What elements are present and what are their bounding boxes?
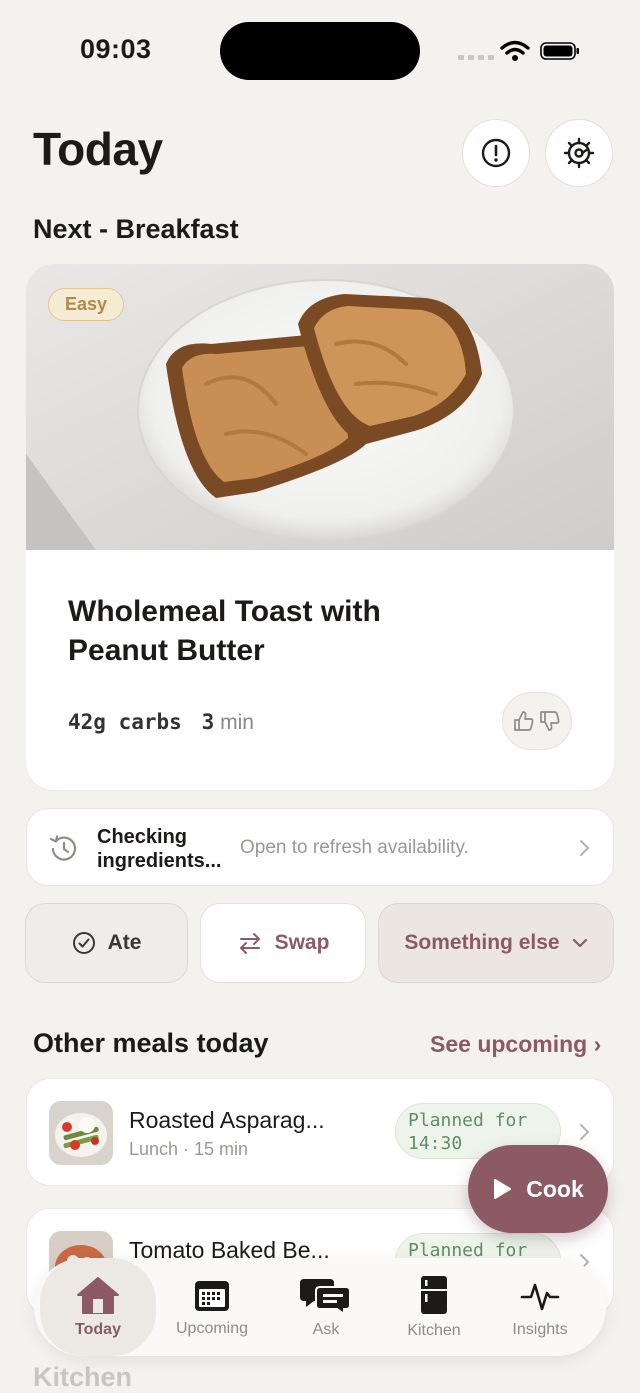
kitchen-section-heading: Kitchen bbox=[33, 1362, 133, 1392]
ate-label: Ate bbox=[107, 931, 142, 954]
tab-today[interactable]: Today bbox=[40, 1258, 156, 1356]
something-else-dropdown[interactable]: Something else bbox=[378, 903, 614, 983]
rate-meal-button[interactable] bbox=[502, 692, 572, 750]
tab-label: Ask bbox=[312, 1321, 340, 1338]
swap-label: Swap bbox=[274, 931, 330, 954]
tab-ask[interactable]: Ask bbox=[270, 1258, 382, 1356]
page-title: Today bbox=[33, 123, 163, 175]
tab-upcoming[interactable]: Upcoming bbox=[156, 1258, 268, 1356]
swap-arrows-icon bbox=[239, 933, 260, 954]
meal-item-subtitle: Lunch · 15 min bbox=[129, 1139, 249, 1159]
planned-status-line: Planned for bbox=[408, 1110, 528, 1131]
cook-button[interactable]: Cook bbox=[468, 1145, 608, 1233]
tab-label: Kitchen bbox=[407, 1322, 461, 1339]
cellular-signal-icon bbox=[458, 55, 494, 60]
see-upcoming-link[interactable]: See upcoming › bbox=[430, 1031, 601, 1058]
chat-icon bbox=[300, 1279, 351, 1315]
home-icon bbox=[77, 1277, 119, 1314]
chevron-right-icon bbox=[580, 1124, 590, 1140]
tab-label: Upcoming bbox=[175, 1320, 249, 1337]
tab-label: Today bbox=[75, 1321, 121, 1338]
pulse-icon bbox=[520, 1283, 560, 1311]
ingredients-subtitle: Open to refresh availability. bbox=[240, 837, 469, 858]
chevron-right-icon bbox=[580, 840, 590, 856]
battery-icon bbox=[540, 42, 579, 60]
tab-insights[interactable]: Insights bbox=[484, 1258, 596, 1356]
play-icon bbox=[494, 1179, 512, 1199]
meal-thumbnail bbox=[49, 1101, 113, 1165]
next-meal-heading: Next - Breakfast bbox=[33, 214, 239, 244]
tab-label: Insights bbox=[512, 1321, 568, 1338]
next-meal-card[interactable]: Easy Wholemeal Toast with Peanut Butter … bbox=[26, 264, 614, 790]
meal-item-title: Roasted Asparag... bbox=[129, 1107, 325, 1133]
something-else-label: Something else bbox=[404, 931, 560, 954]
alert-circle-icon bbox=[481, 138, 511, 168]
fridge-icon bbox=[421, 1276, 447, 1314]
other-meals-heading: Other meals today bbox=[33, 1028, 269, 1058]
dynamic-island bbox=[220, 22, 420, 80]
thumbs-down-icon bbox=[540, 711, 560, 731]
tab-bar: Today Upcoming Ask Kitchen Insights bbox=[34, 1258, 606, 1356]
meal-meta: 42g carbs 3 min bbox=[68, 710, 254, 735]
status-time: 09:03 bbox=[80, 34, 152, 64]
gear-icon bbox=[563, 137, 595, 169]
chevron-down-icon bbox=[572, 938, 587, 948]
carbs-value: 42g carbs bbox=[68, 710, 182, 734]
settings-button[interactable] bbox=[545, 119, 613, 187]
swap-button[interactable]: Swap bbox=[200, 903, 366, 983]
wifi-icon bbox=[500, 40, 530, 61]
time-unit: min bbox=[220, 711, 254, 734]
cook-label: Cook bbox=[526, 1175, 584, 1202]
ingredients-title: Checking ingredients... bbox=[97, 826, 222, 872]
check-circle-icon bbox=[72, 932, 95, 954]
ate-button[interactable]: Ate bbox=[25, 903, 188, 983]
calendar-icon bbox=[195, 1281, 229, 1311]
tab-kitchen[interactable]: Kitchen bbox=[378, 1258, 490, 1356]
meal-title: Wholemeal Toast with Peanut Butter bbox=[68, 595, 381, 667]
thumbs-up-icon bbox=[514, 711, 534, 731]
time-value: 3 bbox=[201, 710, 215, 734]
ingredients-status-row[interactable]: Checking ingredients... Open to refresh … bbox=[26, 808, 614, 886]
difficulty-badge: Easy bbox=[48, 288, 125, 321]
alert-button[interactable] bbox=[462, 119, 530, 187]
history-icon bbox=[49, 835, 77, 861]
